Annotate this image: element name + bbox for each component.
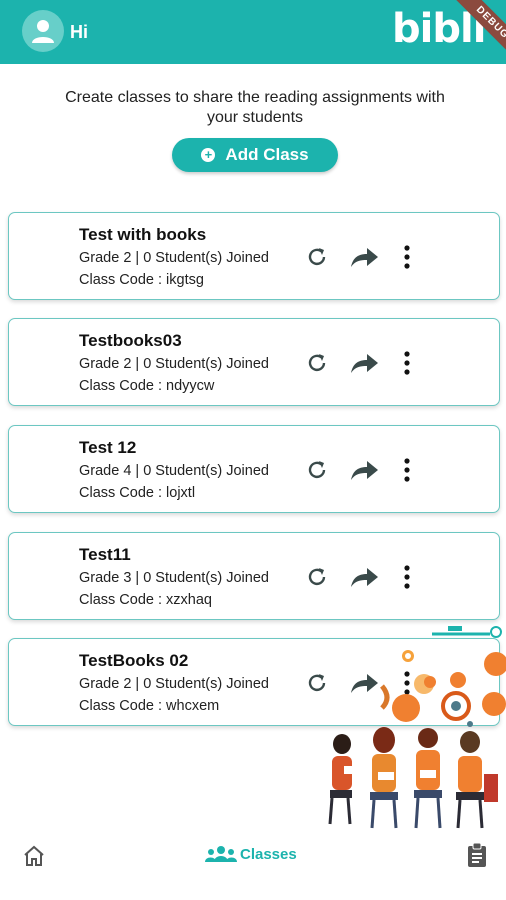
intro-text: Create classes to share the reading assi… bbox=[65, 89, 445, 126]
greeting: Hi bbox=[70, 22, 88, 42]
class-code: Class Code : lojxtl bbox=[79, 485, 196, 501]
more-options-icon[interactable] bbox=[403, 458, 411, 482]
clipboard-icon[interactable] bbox=[466, 842, 488, 868]
share-arrow-icon[interactable] bbox=[349, 460, 379, 482]
class-card[interactable]: Test with books Grade 2 | 0 Student(s) Jo… bbox=[8, 212, 500, 300]
refresh-icon[interactable] bbox=[305, 245, 329, 269]
bottom-navigation: Classes bbox=[0, 836, 506, 900]
person-icon bbox=[32, 20, 54, 43]
share-arrow-icon[interactable] bbox=[349, 567, 379, 589]
class-code: Class Code : ikgtsg bbox=[79, 272, 204, 288]
add-class-button[interactable]: + Add Class bbox=[172, 138, 338, 172]
class-meta: Grade 3 | 0 Student(s) Joined bbox=[79, 570, 269, 586]
plus-circle-icon: + bbox=[201, 148, 216, 162]
class-meta: Grade 2 | 0 Student(s) Joined bbox=[79, 250, 269, 266]
class-card[interactable]: Testbooks03 Grade 2 | 0 Student(s) Joined… bbox=[8, 318, 500, 406]
class-code: Class Code : xzxhaq bbox=[79, 592, 212, 608]
add-class-label: Add Class bbox=[225, 145, 309, 164]
people-icon bbox=[205, 846, 237, 862]
more-options-icon[interactable] bbox=[403, 565, 411, 589]
refresh-icon[interactable] bbox=[305, 458, 329, 482]
home-icon[interactable] bbox=[22, 844, 46, 868]
class-code: Class Code : whcxem bbox=[79, 698, 220, 714]
class-name: TestBooks 02 bbox=[79, 651, 189, 670]
share-arrow-icon[interactable] bbox=[349, 247, 379, 269]
refresh-icon[interactable] bbox=[305, 351, 329, 375]
class-card[interactable]: Test 12 Grade 4 | 0 Student(s) Joined Clas… bbox=[8, 425, 500, 513]
class-name: Test 12 bbox=[79, 438, 137, 457]
more-options-icon[interactable] bbox=[403, 245, 411, 269]
nav-classes-label: Classes bbox=[240, 845, 297, 863]
class-meta: Grade 4 | 0 Student(s) Joined bbox=[79, 463, 269, 479]
refresh-icon[interactable] bbox=[305, 565, 329, 589]
class-meta: Grade 2 | 0 Student(s) Joined bbox=[79, 356, 269, 372]
class-name: Testbooks03 bbox=[79, 331, 182, 350]
app-header: Hi bibli DEBUG bbox=[0, 0, 506, 65]
class-meta: Grade 2 | 0 Student(s) Joined bbox=[79, 676, 269, 692]
class-name: Test11 bbox=[79, 545, 131, 564]
class-code: Class Code : ndyycw bbox=[79, 378, 215, 394]
profile-avatar[interactable] bbox=[22, 10, 64, 52]
more-options-icon[interactable] bbox=[403, 351, 411, 375]
students-illustration bbox=[328, 626, 506, 829]
class-name: Test with books bbox=[79, 225, 207, 244]
nav-classes-tab[interactable]: Classes bbox=[204, 844, 297, 864]
share-arrow-icon[interactable] bbox=[349, 353, 379, 375]
class-card[interactable]: Test11 Grade 3 | 0 Student(s) Joined Class… bbox=[8, 532, 500, 620]
